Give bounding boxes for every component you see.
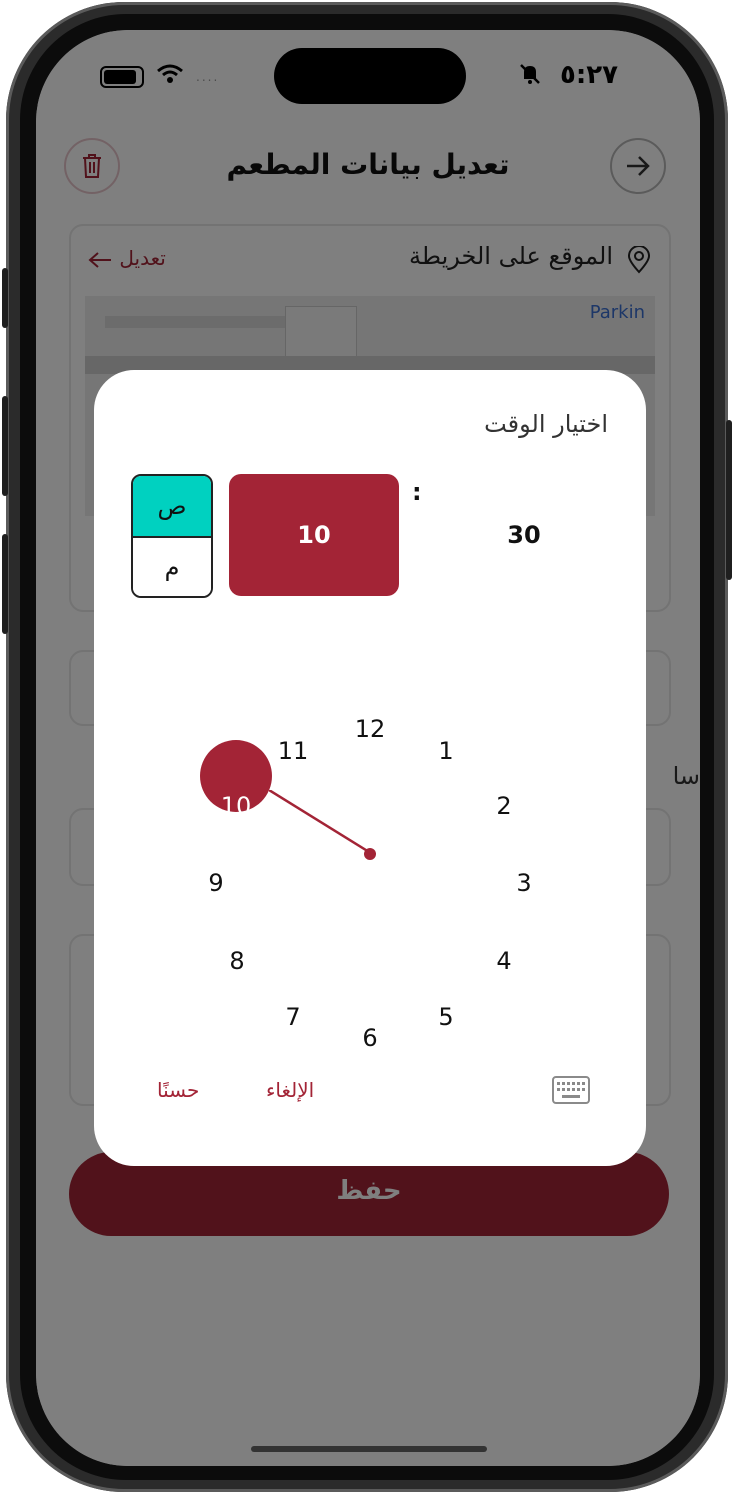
time-picker-dialog: اختيار الوقت 30 : 10 ص م 12 1 2 3 4 5 6 … — [94, 370, 646, 1166]
cancel-button[interactable]: الإلغاء — [266, 1078, 314, 1102]
mute-switch — [2, 268, 8, 328]
clock-dial[interactable]: 12 1 2 3 4 5 6 7 8 9 10 11 — [94, 370, 646, 1166]
dial-number-12[interactable]: 12 — [350, 715, 390, 745]
dial-number-9[interactable]: 9 — [196, 869, 236, 899]
keyboard-icon[interactable] — [552, 1076, 590, 1104]
dial-number-11[interactable]: 11 — [273, 737, 313, 767]
dial-number-2[interactable]: 2 — [484, 792, 524, 822]
dial-number-7[interactable]: 7 — [273, 1003, 313, 1033]
volume-up-button — [2, 396, 8, 496]
dial-number-10[interactable]: 10 — [216, 792, 256, 822]
clock-center — [364, 848, 376, 860]
ok-button[interactable]: حسنًا — [157, 1078, 199, 1102]
power-button — [726, 420, 732, 580]
dial-number-4[interactable]: 4 — [484, 947, 524, 977]
clock-hand — [269, 790, 369, 854]
screen: .... ٥:٢٧ تعديل بيانات المطعم الموقع على… — [36, 30, 700, 1466]
dial-number-1[interactable]: 1 — [426, 737, 466, 767]
volume-down-button — [2, 534, 8, 634]
dial-number-3[interactable]: 3 — [504, 869, 544, 899]
dial-number-6[interactable]: 6 — [350, 1024, 390, 1054]
dial-number-5[interactable]: 5 — [426, 1003, 466, 1033]
dial-number-8[interactable]: 8 — [217, 947, 257, 977]
